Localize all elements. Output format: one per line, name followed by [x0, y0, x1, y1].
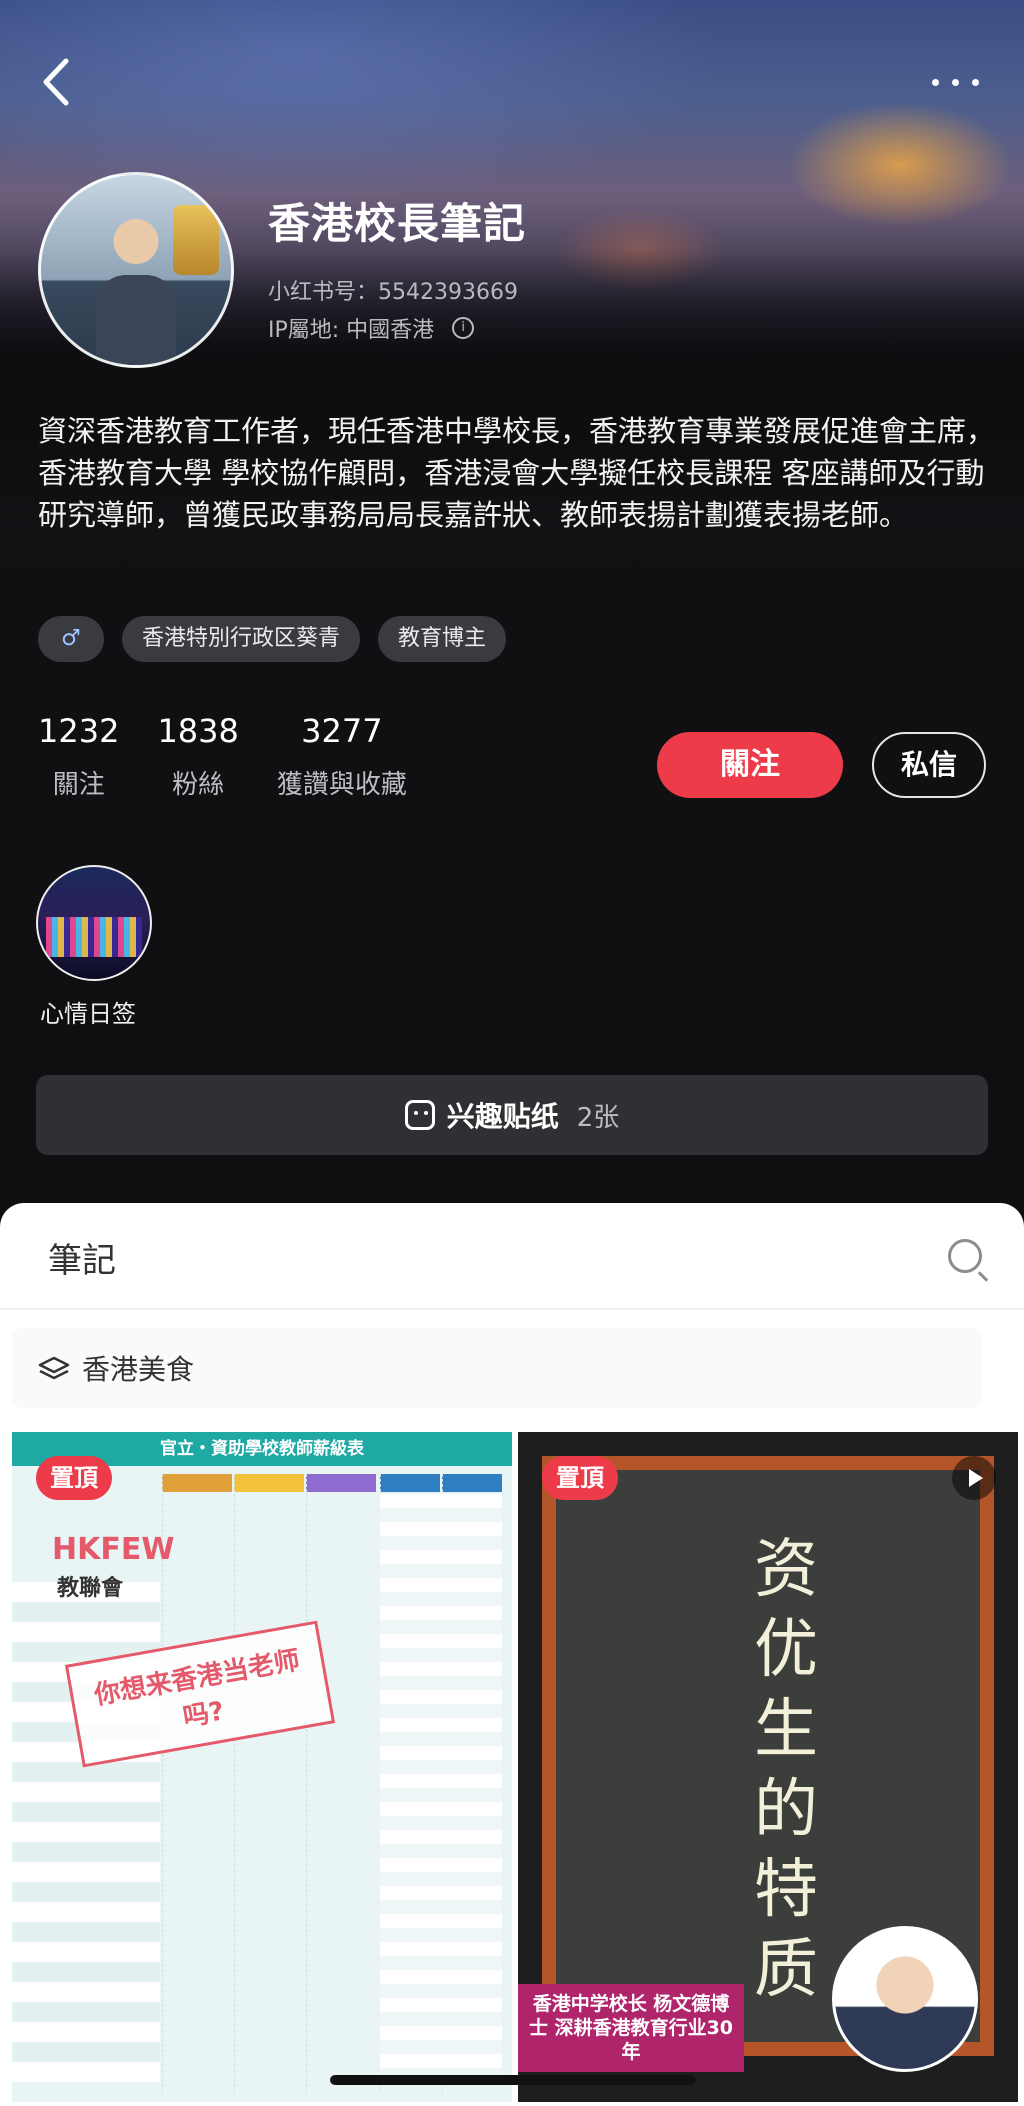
stat-following[interactable]: 1232 關注 [38, 712, 119, 801]
portrait-avatar [832, 1926, 978, 2072]
notes-panel: 筆記 香港美食 官立・資助學校教師薪級表 HKFEW 教聯會 你想来香港当老师吗… [0, 1203, 1024, 2106]
stat-following-value: 1232 [38, 712, 120, 750]
interest-stickers-bar[interactable]: 兴趣贴纸 2张 [36, 1075, 988, 1155]
stat-likes-value: 3277 [301, 712, 383, 750]
layers-icon [38, 1356, 70, 1380]
ip-location: IP屬地: 中國香港 i [268, 312, 475, 344]
logo-text: HKFEW [52, 1532, 175, 1567]
stat-following-label: 關注 [52, 770, 105, 800]
follow-button[interactable]: 關注 [657, 732, 843, 798]
sticker-label: 兴趣贴纸 [446, 1100, 559, 1133]
message-button[interactable]: 私信 [872, 732, 986, 798]
home-indicator[interactable] [330, 2075, 696, 2085]
stat-likes-collections[interactable]: 3277 獲讚與收藏 [277, 712, 407, 801]
red-id: 小红书号：5542393669 [268, 280, 518, 305]
highlight-label: 心情日签 [40, 1000, 136, 1028]
avatar[interactable] [38, 172, 234, 368]
pinned-badge: 置頂 [36, 1456, 112, 1500]
pinned-badge: 置頂 [542, 1456, 618, 1500]
highlight-mood-daily[interactable] [36, 865, 152, 981]
more-dots-icon [932, 79, 939, 86]
info-icon[interactable]: i [452, 317, 475, 339]
more-options-button[interactable] [930, 62, 990, 102]
search-icon[interactable] [948, 1239, 982, 1273]
tab-notes[interactable]: 筆記 [48, 1233, 116, 1282]
sticker-icon [404, 1100, 435, 1130]
category-tag: 教育博主 [378, 616, 507, 662]
gender-male-icon: ♂ [38, 616, 104, 662]
avatar-trophy-detail [173, 205, 219, 275]
logo-subtitle: 教聯會 [57, 1576, 124, 1601]
note-card[interactable]: 官立・資助學校教師薪級表 HKFEW 教聯會 你想来香港当老师吗? 置頂 [12, 1432, 512, 2102]
salary-table-image: 官立・資助學校教師薪級表 HKFEW 教聯會 你想来香港当老师吗? [12, 1432, 512, 2102]
avatar-figure [96, 275, 176, 365]
highlight-city-image [46, 917, 142, 957]
divider [0, 1308, 1024, 1310]
collection-item[interactable]: 香港美食 [12, 1328, 982, 1408]
back-button[interactable] [38, 55, 78, 109]
stat-followers-label: 粉絲 [172, 770, 225, 800]
ip-location-text: IP屬地: 中國香港 [268, 318, 435, 343]
collection-label: 香港美食 [82, 1353, 195, 1386]
profile-name: 香港校長筆記 [268, 199, 527, 248]
caption-box: 香港中学校长 杨文德博士 深耕香港教育行业30年 [518, 1984, 744, 2072]
chevron-left-icon [43, 58, 69, 106]
stat-followers-value: 1838 [157, 712, 239, 750]
play-icon[interactable] [952, 1456, 996, 1500]
chalk-title: 资优生的特质 [754, 1533, 818, 2007]
profile-tags: ♂ 香港特別行政区葵青 教育博主 [38, 616, 507, 662]
profile-bio: 資深香港教育工作者，現任香港中學校長，香港教育專業發展促進會主席，香港教育大學 … [38, 414, 996, 532]
stat-followers[interactable]: 1838 粉絲 [157, 712, 238, 801]
note-card[interactable]: 资优生的特质 香港中学校长 杨文德博士 深耕香港教育行业30年 置頂 [518, 1432, 1018, 2102]
sticker-count: 2张 [576, 1102, 620, 1133]
location-tag: 香港特別行政区葵青 [122, 616, 361, 662]
profile-stats: 1232 關注 1838 粉絲 3277 獲讚與收藏 [38, 712, 407, 801]
stat-likes-label: 獲讚與收藏 [276, 770, 407, 800]
